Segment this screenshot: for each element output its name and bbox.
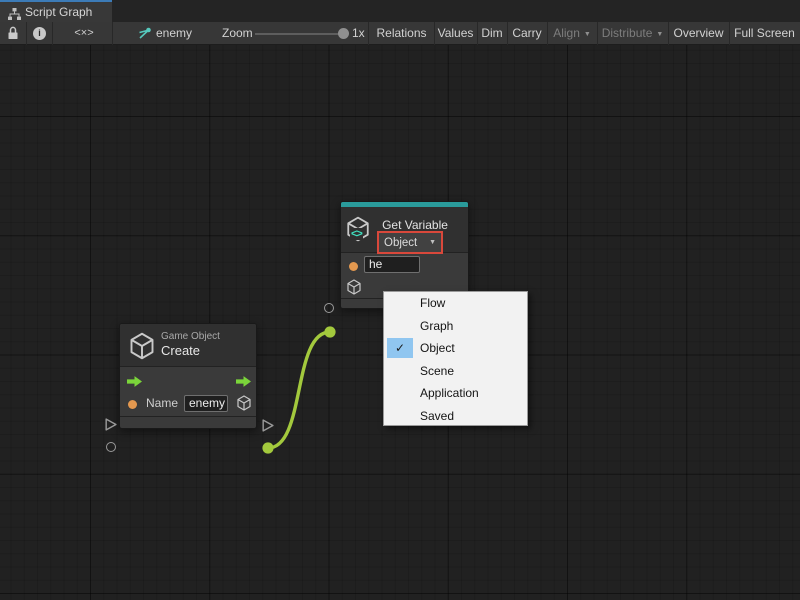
zoom-label: Zoom	[222, 22, 253, 45]
tab-bar: Script Graph ⋮ ×	[0, 0, 800, 22]
toolbar-separator	[26, 22, 27, 45]
get-variable-node-header: <> Get Variable Object ▼	[341, 207, 468, 252]
overview-button[interactable]: Overview	[668, 22, 729, 45]
check-icon: ✓	[387, 338, 413, 358]
name-port-label: Name	[146, 396, 178, 410]
node-divider	[120, 416, 256, 417]
get-variable-title: Get Variable	[371, 218, 459, 232]
align-label: Align	[553, 26, 580, 40]
zoom-slider-handle[interactable]	[338, 28, 349, 39]
menu-item-graph[interactable]: Graph	[384, 315, 527, 338]
create-node-title: Create	[161, 343, 200, 358]
chevron-down-icon: ▼	[584, 31, 591, 38]
distribute-button[interactable]: Distribute▼	[597, 22, 668, 45]
menu-item-label: Application	[420, 386, 479, 400]
toolbar-separator	[112, 22, 113, 45]
menu-item-application[interactable]: Application	[384, 382, 527, 405]
flow-input-connector[interactable]	[104, 418, 117, 436]
graph-toolbar: i <×> enemy Zoom 1x Relations Values Dim…	[0, 22, 800, 45]
game-object-cube-icon	[129, 332, 155, 365]
align-button[interactable]: Align ▼	[547, 22, 597, 45]
script-graph-window: Script Graph ⋮ × i <×> enemy Zoom	[0, 0, 800, 600]
dim-button[interactable]: Dim	[477, 22, 507, 45]
variable-name-field[interactable]: he	[364, 256, 420, 273]
chevron-down-icon: ▼	[656, 31, 663, 38]
relations-button[interactable]: Relations	[369, 22, 434, 45]
breadcrumb-graph-name[interactable]: enemy	[156, 22, 192, 45]
zoom-slider-track[interactable]	[255, 33, 343, 35]
info-icon[interactable]: i	[33, 27, 46, 40]
menu-item-label: Object	[420, 341, 455, 355]
flow-input-port[interactable]	[127, 374, 142, 392]
menu-item-flow[interactable]: Flow	[384, 292, 527, 315]
value-input-connector[interactable]	[106, 442, 116, 452]
create-node-header: Game Object Create	[120, 324, 256, 366]
variable-name-connector[interactable]	[324, 303, 334, 313]
flow-output-port[interactable]	[236, 374, 251, 392]
distribute-label: Distribute	[602, 26, 653, 40]
carry-button[interactable]: Carry	[507, 22, 547, 45]
menu-item-object[interactable]: ✓ Object	[384, 337, 527, 360]
menu-item-scene[interactable]: Scene	[384, 360, 527, 383]
full-screen-button[interactable]: Full Screen	[729, 22, 800, 45]
toolbar-separator	[52, 22, 53, 45]
name-input-field[interactable]: enemy	[184, 395, 228, 412]
menu-item-saved[interactable]: Saved	[384, 405, 527, 428]
create-node-category: Game Object	[161, 331, 220, 342]
create-node[interactable]: Game Object Create Name enemy	[119, 323, 257, 429]
menu-item-label: Saved	[420, 409, 454, 423]
name-value-port[interactable]	[128, 400, 137, 409]
menu-item-label: Scene	[420, 364, 454, 378]
values-button[interactable]: Values	[434, 22, 477, 45]
menu-item-label: Graph	[420, 319, 453, 333]
zoom-value: 1x	[352, 22, 365, 45]
variable-brackets-icon: <>	[350, 228, 363, 240]
node-divider	[120, 366, 256, 367]
tab-script-graph[interactable]: Script Graph	[0, 0, 112, 22]
variable-name-port[interactable]	[349, 262, 358, 271]
tab-title: Script Graph	[25, 2, 92, 22]
code-connection-icon[interactable]: <×>	[68, 22, 100, 45]
game-object-input-port-icon[interactable]	[347, 279, 361, 300]
kind-dropdown-selection-highlight	[377, 231, 443, 254]
variable-kind-context-menu: Flow Graph ✓ Object Scene Application Sa…	[383, 291, 528, 426]
flow-output-connector[interactable]	[261, 419, 274, 437]
game-object-output-port-icon[interactable]	[237, 395, 251, 416]
menu-item-label: Flow	[420, 296, 445, 310]
